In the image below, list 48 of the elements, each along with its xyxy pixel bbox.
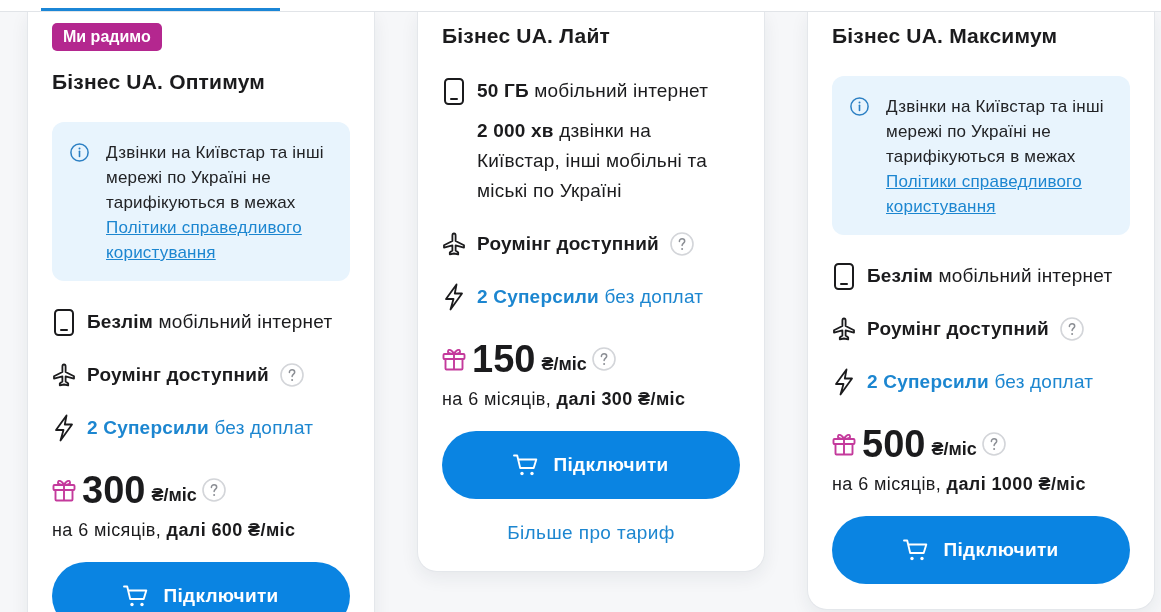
- plane-icon: [442, 232, 466, 256]
- policy-link[interactable]: Політики справедливого користування: [106, 215, 342, 265]
- feature-text: Роумінг доступний: [87, 363, 269, 387]
- recommended-badge: Ми радимо: [52, 23, 162, 51]
- feature-text: 50 ГБ мобільний інтернет: [477, 79, 709, 103]
- plane-icon: [832, 317, 856, 341]
- lightning-icon: [834, 368, 854, 396]
- superpowers-link[interactable]: 2 Суперсили без доплат: [867, 367, 1094, 397]
- plan-title: Бізнес UA. Максимум: [832, 23, 1059, 49]
- superpowers-link[interactable]: 2 Суперсили без доплат: [87, 413, 314, 443]
- cart-icon: [513, 453, 540, 477]
- cart-icon: [903, 538, 930, 562]
- plane-icon: [52, 363, 76, 387]
- plan-title: Бізнес UA. Лайт: [442, 23, 612, 49]
- lightning-icon: [54, 414, 74, 442]
- feature-text: 2 000 хв дзвінки на Київстар, інші мобільні та міські по Україні: [477, 119, 708, 203]
- plan-title: Бізнес UA. Оптимум: [52, 69, 266, 95]
- connect-button[interactable]: Підключити: [442, 431, 740, 499]
- more-link[interactable]: Більше про тариф: [507, 522, 675, 543]
- price-unit: ₴/міс: [931, 438, 977, 461]
- info-icon: [70, 143, 89, 162]
- price-amount: 500: [862, 424, 926, 464]
- gift-icon: [52, 478, 76, 502]
- price-note: на 6 місяців, далі 1000 ₴/міс: [832, 473, 1087, 496]
- price-note: на 6 місяців, далі 600 ₴/міс: [52, 519, 297, 542]
- info-text: Дзвінки на Київстар та інші мережі по Україні не тарифікуються в межах Політики справедливого користування: [106, 140, 342, 265]
- price-amount: 300: [82, 470, 146, 510]
- info-icon: [850, 97, 869, 116]
- connect-button[interactable]: Підключити: [832, 516, 1130, 584]
- policy-link[interactable]: Політики справедливого користування: [886, 169, 1122, 219]
- phone-icon: [54, 308, 74, 336]
- feature-text: Роумінг доступний: [867, 317, 1049, 341]
- phone-icon: [834, 262, 854, 290]
- price-amount: 150: [472, 339, 536, 379]
- price-unit: ₴/міс: [541, 353, 587, 376]
- superpowers-link[interactable]: 2 Суперсили без доплат: [477, 282, 704, 312]
- feature-text: Безлім мобільний інтернет: [87, 310, 333, 334]
- info-text: Дзвінки на Київстар та інші мережі по Україні не тарифікуються в межах Політики справедливого користування: [886, 94, 1122, 219]
- lightning-icon: [444, 283, 464, 311]
- gift-icon: [442, 347, 466, 371]
- connect-button[interactable]: Підключити: [52, 562, 350, 612]
- feature-text: Роумінг доступний: [477, 232, 659, 256]
- phone-icon: [444, 77, 464, 105]
- cart-icon: [123, 584, 150, 608]
- price-note: на 6 місяців, далі 300 ₴/міс: [442, 388, 687, 411]
- feature-text: Безлім мобільний інтернет: [867, 264, 1113, 288]
- price-unit: ₴/міс: [151, 484, 197, 507]
- gift-icon: [832, 432, 856, 456]
